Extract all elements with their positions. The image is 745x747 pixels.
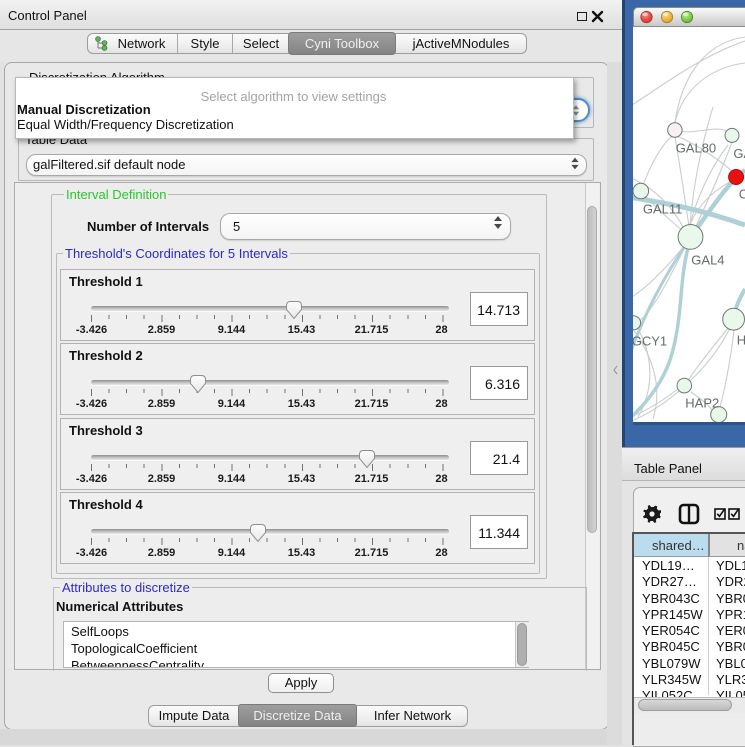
svg-text:C: C xyxy=(739,187,745,202)
svg-text:GAL11: GAL11 xyxy=(643,201,683,216)
svg-text:GA: GA xyxy=(733,146,745,161)
svg-text:GAL80: GAL80 xyxy=(676,141,716,156)
svg-text:H: H xyxy=(737,333,745,348)
svg-text:GCY1: GCY1 xyxy=(633,334,667,349)
svg-text:GAL4: GAL4 xyxy=(691,252,724,267)
svg-text:HAP2: HAP2 xyxy=(685,395,719,410)
